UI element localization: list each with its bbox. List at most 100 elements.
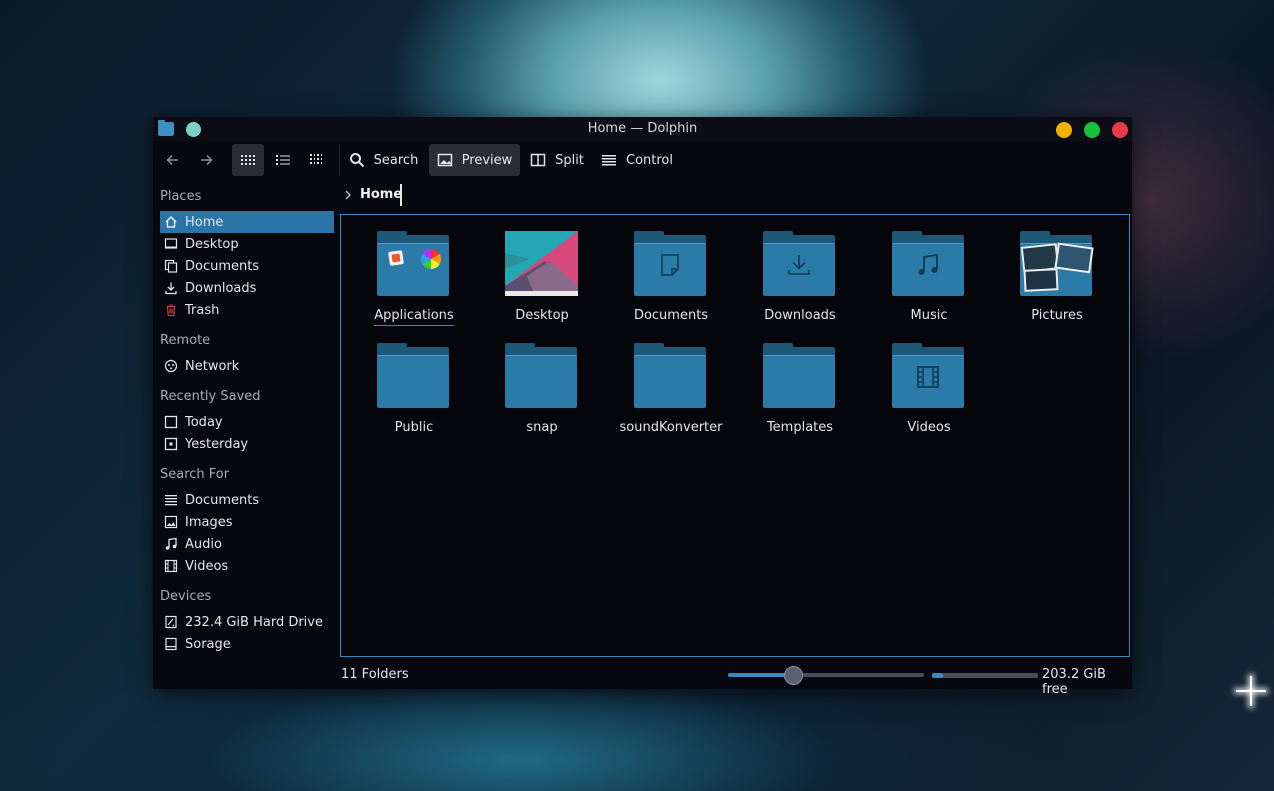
folder-item-templates[interactable]: Templates bbox=[740, 327, 860, 435]
item-label: snap bbox=[526, 420, 558, 435]
sidebar-item-downloads[interactable]: Downloads bbox=[160, 277, 334, 299]
calendar-today-icon bbox=[164, 415, 178, 429]
disk-space-bar[interactable] bbox=[932, 673, 1038, 678]
trash-icon bbox=[164, 303, 178, 317]
item-label: Applications bbox=[354, 308, 474, 326]
sidebar-item-storage[interactable]: Sorage bbox=[160, 633, 334, 655]
places-panel: Places Home Desktop Documents Downloads … bbox=[153, 183, 339, 663]
preview-label: Preview bbox=[461, 152, 513, 168]
hard-drive-icon bbox=[164, 615, 178, 629]
calendar-yesterday-icon bbox=[164, 437, 178, 451]
toolbar: Search Preview Split Control bbox=[153, 141, 1132, 183]
zoom-slider[interactable] bbox=[728, 666, 924, 685]
desktop-preview-icon bbox=[505, 231, 579, 297]
icons-view-button[interactable] bbox=[232, 144, 264, 176]
item-label: Templates bbox=[766, 420, 834, 435]
videos-folder-icon bbox=[892, 343, 966, 409]
folder-item-desktop[interactable]: Desktop bbox=[482, 215, 602, 323]
sidebar-item-search-images[interactable]: Images bbox=[160, 511, 334, 533]
folder-icon bbox=[763, 343, 837, 409]
document-icon bbox=[164, 493, 178, 507]
recently-saved-section-title: Recently Saved bbox=[160, 389, 261, 404]
sidebar-item-yesterday[interactable]: Yesterday bbox=[160, 433, 334, 455]
sidebar-item-desktop[interactable]: Desktop bbox=[160, 233, 334, 255]
folder-item-snap[interactable]: snap bbox=[482, 327, 602, 435]
location-bar[interactable]: Home bbox=[339, 183, 1129, 207]
sidebar-item-label: Documents bbox=[185, 258, 260, 274]
control-label: Control bbox=[626, 152, 673, 168]
sidebar-item-label: Desktop bbox=[185, 236, 239, 252]
network-icon bbox=[164, 359, 178, 373]
item-label: Videos bbox=[907, 420, 951, 435]
folder-item-pictures[interactable]: Pictures bbox=[997, 215, 1117, 323]
back-button[interactable] bbox=[159, 144, 187, 176]
image-icon bbox=[164, 515, 178, 529]
close-button[interactable] bbox=[1112, 122, 1128, 138]
item-label: Documents bbox=[633, 308, 709, 323]
folder-item-public[interactable]: Public bbox=[354, 327, 474, 435]
search-icon bbox=[349, 153, 364, 168]
sidebar-item-network[interactable]: Network bbox=[160, 355, 334, 377]
folder-item-applications[interactable]: Applications bbox=[354, 215, 474, 326]
sidebar-item-label: Images bbox=[185, 514, 233, 530]
places-section-title: Places bbox=[160, 189, 202, 204]
icons-view-icon bbox=[241, 155, 255, 165]
item-label: Desktop bbox=[515, 308, 569, 323]
item-label: soundKonverter bbox=[619, 420, 723, 435]
image-icon bbox=[437, 153, 452, 167]
split-view-icon bbox=[530, 153, 546, 167]
zoom-slider-handle[interactable] bbox=[783, 666, 803, 685]
file-view[interactable]: Applications Desktop Documents Downloads… bbox=[340, 214, 1130, 657]
audio-icon bbox=[164, 537, 178, 551]
remote-section-title: Remote bbox=[160, 333, 211, 348]
sidebar-item-label: Sorage bbox=[185, 636, 231, 652]
sidebar-item-today[interactable]: Today bbox=[160, 411, 334, 433]
title-bar[interactable]: Home — Dolphin bbox=[153, 117, 1132, 141]
applications-folder-icon bbox=[377, 231, 451, 297]
sidebar-item-label: Audio bbox=[185, 536, 222, 552]
window-title: Home — Dolphin bbox=[587, 121, 698, 136]
sidebar-item-home[interactable]: Home bbox=[160, 211, 334, 233]
folder-item-soundkonverter[interactable]: soundKonverter bbox=[611, 327, 731, 435]
zoom-slider-fill bbox=[728, 673, 793, 677]
folder-item-videos[interactable]: Videos bbox=[869, 327, 989, 435]
preview-button[interactable]: Preview bbox=[429, 144, 520, 176]
toolbar-separator bbox=[339, 144, 340, 176]
search-for-section-title: Search For bbox=[160, 467, 230, 482]
folder-item-downloads[interactable]: Downloads bbox=[740, 215, 860, 323]
storage-drive-icon bbox=[164, 637, 178, 651]
compact-view-icon bbox=[310, 154, 322, 164]
sidebar-item-label: Documents bbox=[185, 492, 260, 508]
maximize-button[interactable] bbox=[1084, 122, 1100, 138]
video-icon bbox=[164, 559, 178, 573]
breadcrumb-home[interactable]: Home bbox=[360, 187, 402, 202]
sidebar-item-hard-drive[interactable]: 232.4 GiB Hard Drive bbox=[160, 611, 334, 633]
free-space-label: 203.2 GiB free bbox=[1042, 667, 1106, 697]
folder-icon bbox=[377, 343, 451, 409]
search-button[interactable]: Search bbox=[348, 144, 419, 176]
folder-item-music[interactable]: Music bbox=[869, 215, 989, 323]
control-menu-button[interactable]: Control bbox=[600, 144, 674, 176]
item-label: Music bbox=[910, 308, 948, 323]
split-label: Split bbox=[555, 152, 584, 168]
sidebar-item-search-videos[interactable]: Videos bbox=[160, 555, 334, 577]
disk-space-used bbox=[932, 673, 943, 678]
sidebar-item-search-documents[interactable]: Documents bbox=[160, 489, 334, 511]
folder-item-documents[interactable]: Documents bbox=[611, 215, 731, 323]
item-label: Downloads bbox=[764, 308, 836, 323]
chevron-right-icon[interactable] bbox=[343, 188, 353, 202]
compact-view-button[interactable] bbox=[300, 144, 332, 176]
arrow-left-icon bbox=[166, 154, 178, 166]
minimize-button[interactable] bbox=[1056, 122, 1072, 138]
folder-count: 11 Folders bbox=[341, 667, 409, 682]
star-sparkle bbox=[1236, 676, 1266, 706]
sidebar-item-documents[interactable]: Documents bbox=[160, 255, 334, 277]
sidebar-item-trash[interactable]: Trash bbox=[160, 299, 334, 321]
text-cursor bbox=[400, 184, 402, 206]
folder-icon bbox=[505, 343, 579, 409]
search-label: Search bbox=[373, 152, 419, 168]
details-view-button[interactable] bbox=[267, 144, 299, 176]
split-button[interactable]: Split bbox=[527, 144, 587, 176]
forward-button[interactable] bbox=[192, 144, 220, 176]
sidebar-item-search-audio[interactable]: Audio bbox=[160, 533, 334, 555]
